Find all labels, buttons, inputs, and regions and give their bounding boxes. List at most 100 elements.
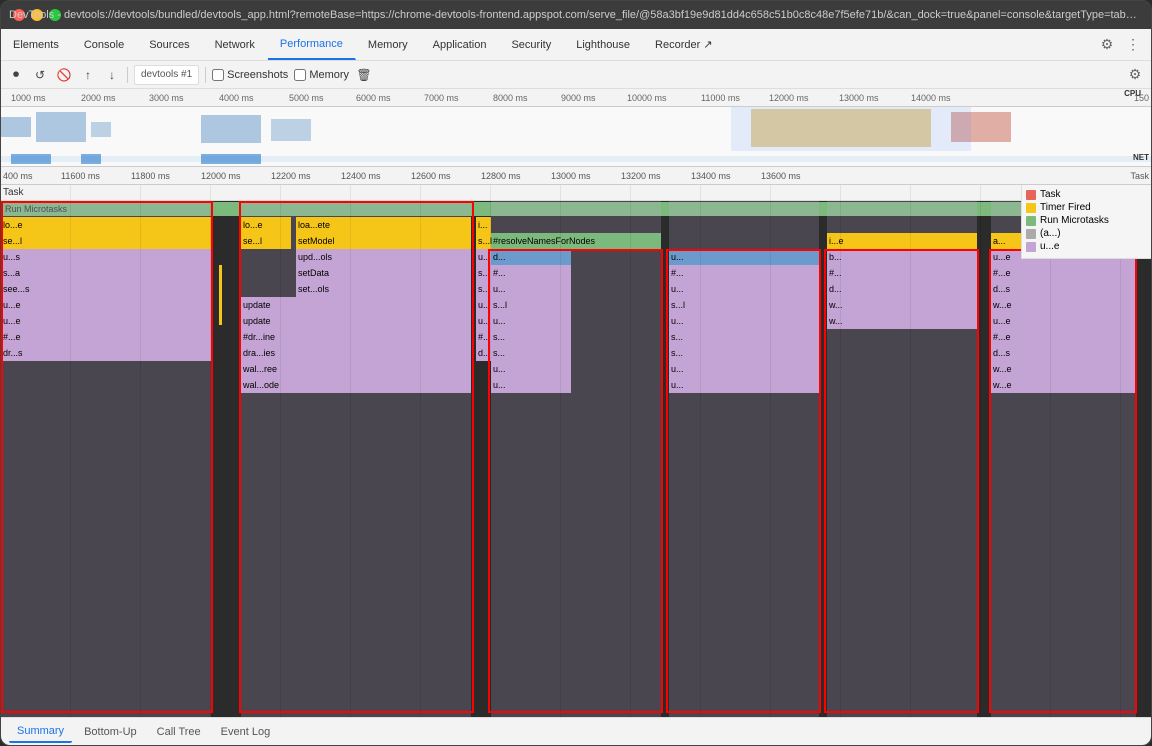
tab-application[interactable]: Application xyxy=(421,29,500,60)
bar-r7-2: update xyxy=(241,313,471,329)
ruler2-12400: 12400 ms xyxy=(341,171,381,181)
bar-r11-4: u... xyxy=(491,377,571,393)
bar-r8-2: #dr...ine xyxy=(241,329,471,345)
tab-summary[interactable]: Summary xyxy=(9,721,72,743)
legend-microtasks-label: Run Microtasks xyxy=(1040,215,1109,226)
trash-button[interactable]: 🗑 xyxy=(355,66,373,84)
bar-r6-7: w...e xyxy=(991,297,1136,313)
blue-bar-r3-1: d... xyxy=(491,249,571,265)
legend-panel: Task Timer Fired Run Microtasks (a...) u… xyxy=(1021,185,1151,259)
devtools-window: DevTools - devtools://devtools/bundled/d… xyxy=(0,0,1152,746)
yellow-bar-2: lo...e xyxy=(241,217,291,233)
ruler-tick-3000: 3000 ms xyxy=(149,93,184,103)
bar-r5-2: set...ols xyxy=(296,281,471,297)
ruler2-400: 400 ms xyxy=(3,171,33,181)
bar-r8-1: #...e xyxy=(1,329,211,345)
bar-r10-5: u... xyxy=(669,361,819,377)
memory-checkbox[interactable] xyxy=(294,69,306,81)
bar-r6-4: s...l xyxy=(491,297,571,313)
clear-button[interactable]: 🚫 xyxy=(55,66,73,84)
bar-r6-5: s...l xyxy=(669,297,819,313)
flamechart-area: Task Timer Fired Run Microtasks (a...) u… xyxy=(1,185,1151,717)
download-button[interactable]: ↓ xyxy=(103,66,121,84)
bar-r9-3: d... xyxy=(476,345,491,361)
bar-r7-6: w... xyxy=(827,313,977,329)
legend-timer-label: Timer Fired xyxy=(1040,202,1091,213)
tab-call-tree[interactable]: Call Tree xyxy=(149,722,209,742)
tab-lighthouse[interactable]: Lighthouse xyxy=(564,29,643,60)
ruler2-13000: 13000 ms xyxy=(551,171,591,181)
ruler-tick-14000: 14000 ms xyxy=(911,93,951,103)
tab-console[interactable]: Console xyxy=(72,29,137,60)
net-overview: NET xyxy=(1,152,1151,166)
bar-r6-6: w... xyxy=(827,297,977,313)
legend-task: Task xyxy=(1026,189,1147,200)
ruler-tick-8000: 8000 ms xyxy=(493,93,528,103)
legend-ue: u...e xyxy=(1026,241,1147,252)
tab-security[interactable]: Security xyxy=(499,29,564,60)
yellow-bar-r2-4: s...l xyxy=(476,233,491,249)
record-button[interactable]: ⏺ xyxy=(7,66,25,84)
screenshots-label: Screenshots xyxy=(227,69,288,81)
reload-record-button[interactable]: ↺ xyxy=(31,66,49,84)
devtools-tab-icons: ⚙ ⋮ xyxy=(1089,35,1151,55)
legend-ue-label: u...e xyxy=(1040,241,1059,252)
ruler2-12200: 12200 ms xyxy=(271,171,311,181)
net-label: NET xyxy=(1133,153,1149,162)
tab-sources[interactable]: Sources xyxy=(137,29,202,60)
bar-r10-4: u... xyxy=(491,361,571,377)
yellow-bar-r2-3: setModel xyxy=(296,233,471,249)
blue-bar-r3-2: u... xyxy=(669,249,819,265)
separator xyxy=(127,67,128,83)
yellow-bar-r2-2: se...l xyxy=(241,233,291,249)
bar-r9-5: s... xyxy=(669,345,819,361)
bar-r11-5: u... xyxy=(669,377,819,393)
settings-icon[interactable]: ⚙ xyxy=(1097,35,1117,55)
legend-microtasks-color xyxy=(1026,216,1036,226)
devtools-tabs: Elements Console Sources Network Perform… xyxy=(1,29,726,60)
legend-timer-fired: Timer Fired xyxy=(1026,202,1147,213)
purple-bar-r3-3b: b... xyxy=(827,249,977,265)
bar-r8-3: #... xyxy=(476,329,491,345)
ruler-tick-7000: 7000 ms xyxy=(424,93,459,103)
ruler2-13200: 13200 ms xyxy=(621,171,661,181)
yellow-bar-r2-1: se...l xyxy=(1,233,211,249)
screenshots-checkbox[interactable] xyxy=(212,69,224,81)
ruler-tick-6000: 6000 ms xyxy=(356,93,391,103)
mini-overview[interactable]: NET xyxy=(1,107,1151,167)
bar-r4-6: #... xyxy=(827,265,977,281)
ruler-tick-2000: 2000 ms xyxy=(81,93,116,103)
bar-r9-1: dr...s xyxy=(1,345,211,361)
bar-r9-7: d...s xyxy=(991,345,1136,361)
gear-icon[interactable]: ⚙ xyxy=(1125,65,1145,85)
yellow-bar-4: i... xyxy=(476,217,491,233)
bar-r4-1: s...a xyxy=(1,265,211,281)
bar-r7-3: u... xyxy=(476,313,491,329)
tab-elements[interactable]: Elements xyxy=(1,29,72,60)
ruler2-11800: 11800 ms xyxy=(131,171,170,181)
cpu-label: CPU xyxy=(1124,89,1141,98)
memory-label: Memory xyxy=(309,69,349,81)
flamechart-canvas[interactable]: Task Run Microtasks lo...e lo. xyxy=(1,185,1151,717)
timeline-ruler: 1000 ms 2000 ms 3000 ms 4000 ms 5000 ms … xyxy=(1,89,1151,107)
bar-r7-4: u... xyxy=(491,313,571,329)
more-options-icon[interactable]: ⋮ xyxy=(1123,35,1143,55)
bar-r8-4: s... xyxy=(491,329,571,345)
tab-performance[interactable]: Performance xyxy=(268,29,356,60)
tab-event-log[interactable]: Event Log xyxy=(213,722,279,742)
ruler2-12800: 12800 ms xyxy=(481,171,521,181)
upload-button[interactable]: ↑ xyxy=(79,66,97,84)
tab-network[interactable]: Network xyxy=(203,29,268,60)
tab-memory[interactable]: Memory xyxy=(356,29,421,60)
cpu-overview xyxy=(1,107,1151,151)
separator2 xyxy=(205,67,206,83)
tab-recorder[interactable]: Recorder ↗ xyxy=(643,29,726,60)
tab-bottom-up[interactable]: Bottom-Up xyxy=(76,722,145,742)
ruler-tick-1000: 1000 ms xyxy=(11,93,46,103)
ruler2-12600: 12600 ms xyxy=(411,171,451,181)
task-row-label: Task xyxy=(3,187,24,198)
bar-r11-2: wal...ode xyxy=(241,377,471,393)
bar-r7-5: u... xyxy=(669,313,819,329)
yellow-bar-1: lo...e xyxy=(1,217,211,233)
bottom-tabs: Summary Bottom-Up Call Tree Event Log xyxy=(1,717,1151,745)
